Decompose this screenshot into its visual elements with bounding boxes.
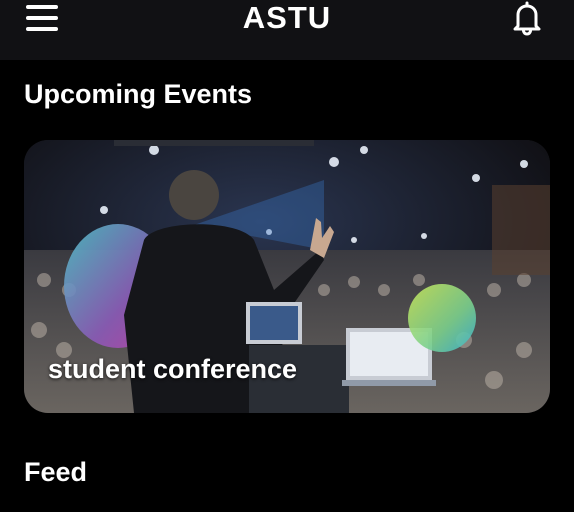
app-bar: ASTU	[0, 0, 574, 60]
bell-icon	[513, 1, 541, 36]
event-title: student conference	[48, 354, 298, 384]
app-title: ASTU	[242, 0, 332, 35]
event-card[interactable]: student conference	[24, 140, 550, 413]
feed-heading: Feed	[24, 457, 88, 487]
upcoming-events-heading: Upcoming Events	[24, 79, 253, 109]
notifications-button[interactable]	[511, 0, 543, 36]
